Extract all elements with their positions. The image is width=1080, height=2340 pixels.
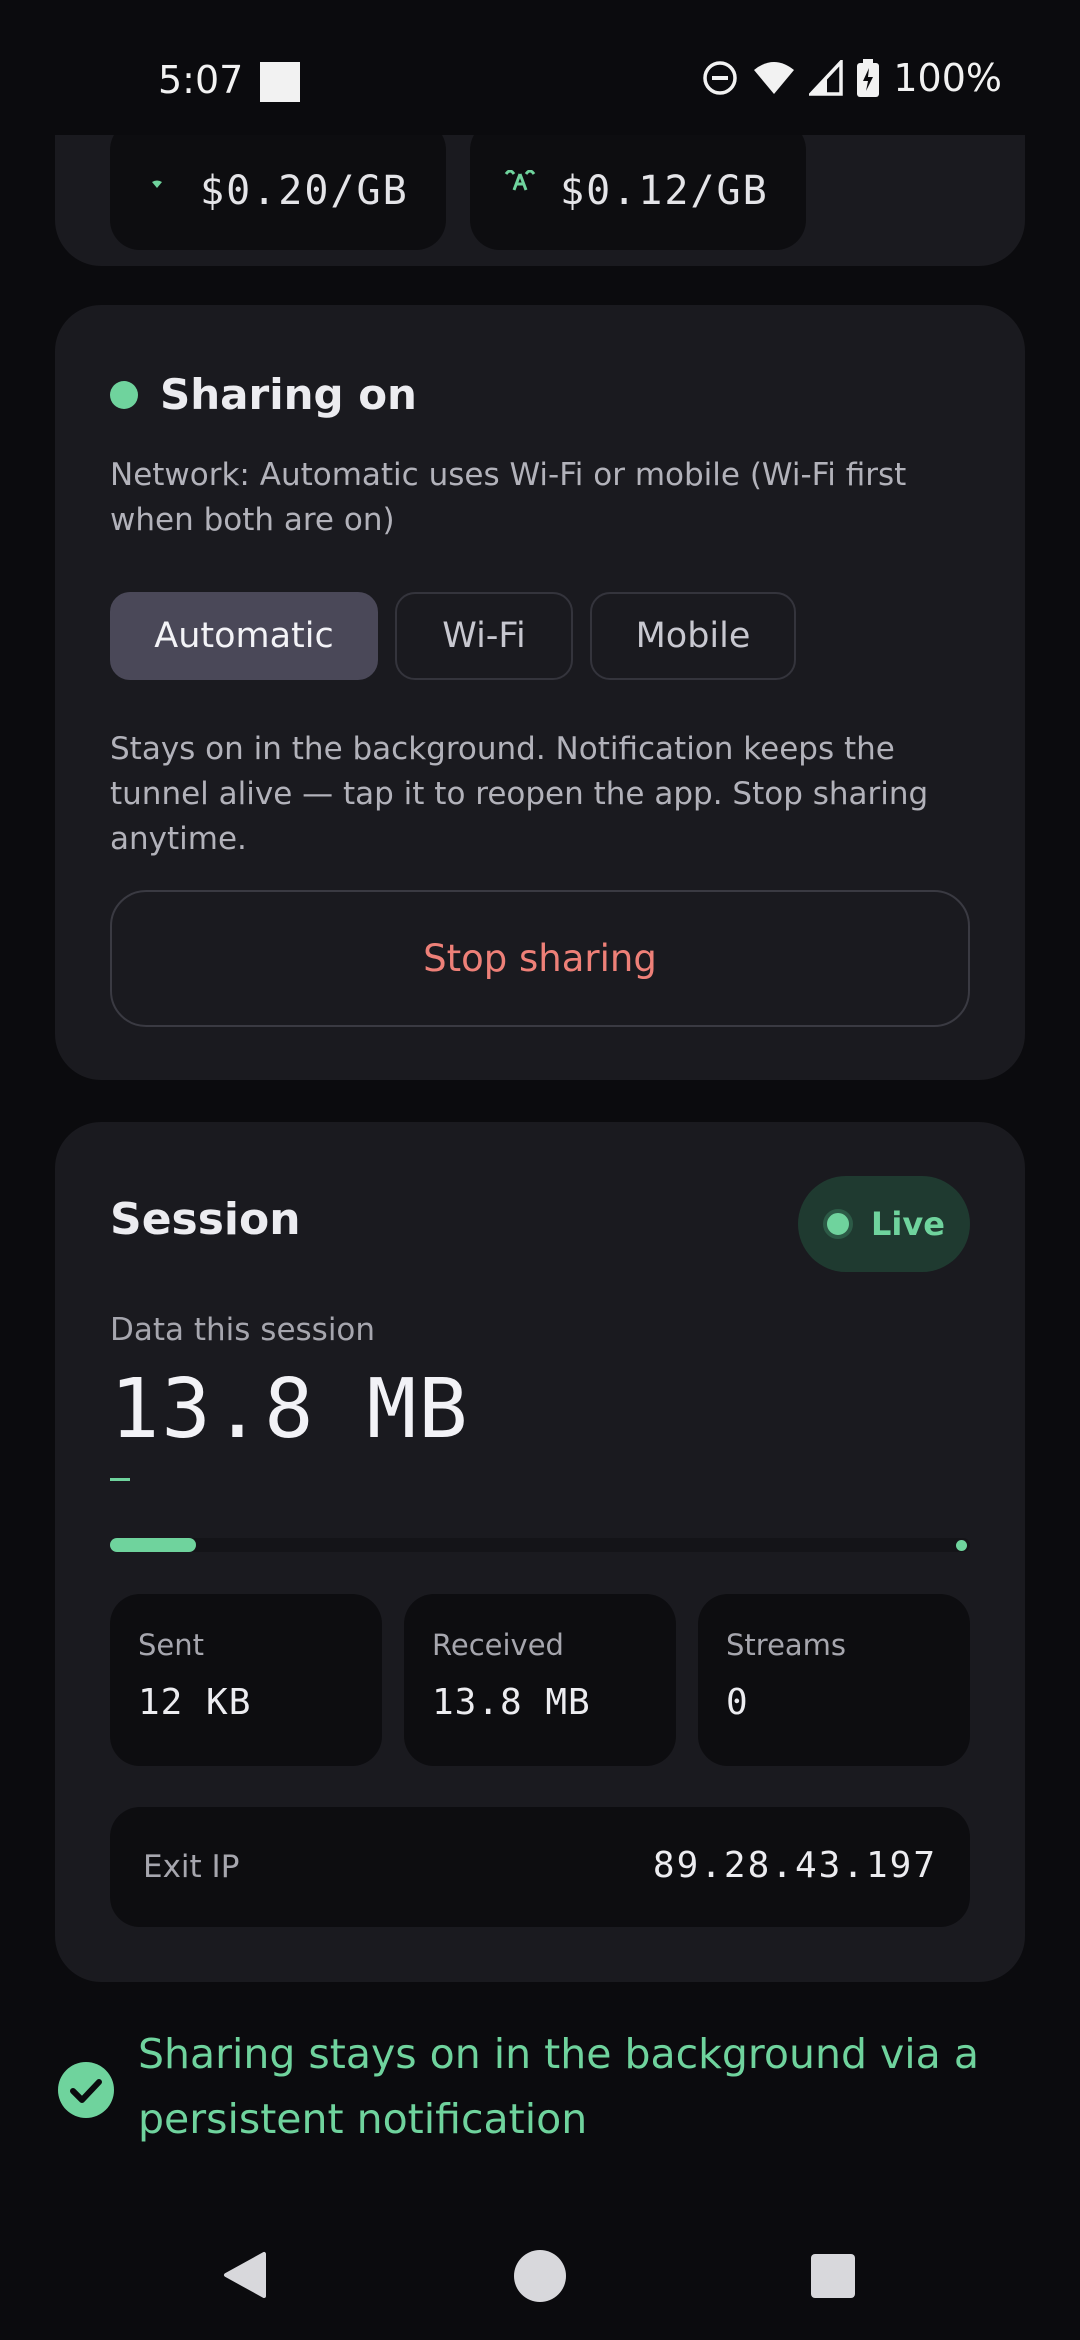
- exit-ip-value: 89.28.43.197: [652, 1845, 937, 1886]
- stat-label: Received: [432, 1628, 564, 1662]
- live-badge: Live: [798, 1176, 970, 1272]
- exit-ip-label: Exit IP: [143, 1849, 240, 1885]
- stat-value: 13.8 MB: [432, 1682, 591, 1723]
- price-value: $0.20/GB: [200, 168, 409, 214]
- live-text: Live: [871, 1205, 945, 1243]
- stat-received: Received 13.8 MB: [404, 1594, 676, 1766]
- network-option-wifi[interactable]: Wi-Fi: [395, 592, 573, 680]
- status-time: 5:07: [158, 58, 244, 102]
- check-circle-icon: [58, 2062, 114, 2118]
- wifi-icon: [152, 180, 162, 188]
- antenna-icon: [504, 170, 536, 191]
- back-icon[interactable]: [222, 2250, 268, 2300]
- signal-icon: [809, 60, 844, 96]
- stat-label: Streams: [726, 1628, 847, 1662]
- battery-icon: [857, 59, 880, 97]
- price-chip-wifi: $0.20/GB: [110, 120, 446, 250]
- live-dot-icon: [823, 1209, 854, 1239]
- sharing-title: Sharing on: [160, 370, 417, 419]
- session-card: Session Live Data this session 13.8 MB S…: [55, 1122, 1025, 1982]
- home-icon[interactable]: [514, 2250, 566, 2302]
- price-value: $0.12/GB: [560, 168, 769, 214]
- status-bar: 5:07 100%: [0, 0, 1080, 135]
- price-chip-mobile: $0.12/GB: [470, 120, 806, 250]
- network-option-mobile[interactable]: Mobile: [590, 592, 796, 680]
- data-session-label: Data this session: [110, 1312, 376, 1348]
- background-status-text: Sharing stays on in the background via a…: [138, 2030, 979, 2143]
- sharing-header: Sharing on: [110, 370, 417, 419]
- status-dot-icon: [110, 380, 138, 409]
- sparkline-mark: [110, 1478, 130, 1481]
- wifi-icon: [754, 62, 795, 94]
- background-note: Stays on in the background. Notification…: [110, 731, 929, 857]
- system-nav-bar: [0, 2215, 1080, 2340]
- sharing-card: Sharing on Network: Automatic uses Wi-Fi…: [55, 305, 1025, 1080]
- progress-end-dot: [956, 1540, 967, 1551]
- session-progress-fill: [110, 1538, 196, 1552]
- network-option-automatic[interactable]: Automatic: [110, 592, 378, 680]
- stat-sent: Sent 12 KB: [110, 1594, 382, 1766]
- status-icons: 100%: [701, 56, 1002, 100]
- dnd-icon: [703, 61, 738, 95]
- data-session-value: 13.8 MB: [110, 1362, 470, 1457]
- stat-label: Sent: [138, 1628, 205, 1662]
- stat-value: 0: [726, 1682, 749, 1723]
- network-note: Network: Automatic uses Wi-Fi or mobile …: [110, 457, 907, 538]
- session-title: Session: [110, 1194, 301, 1245]
- stat-value: 12 KB: [138, 1682, 252, 1723]
- stat-streams: Streams 0: [698, 1594, 970, 1766]
- notification-square-icon: [260, 62, 300, 102]
- stop-sharing-button[interactable]: Stop sharing: [110, 890, 970, 1027]
- recents-icon[interactable]: [811, 2254, 855, 2298]
- battery-percent: 100%: [893, 56, 1002, 100]
- exit-ip-row: Exit IP 89.28.43.197: [110, 1807, 970, 1927]
- session-progress-track: [110, 1538, 970, 1552]
- background-status: Sharing stays on in the background via a…: [58, 2022, 1018, 2152]
